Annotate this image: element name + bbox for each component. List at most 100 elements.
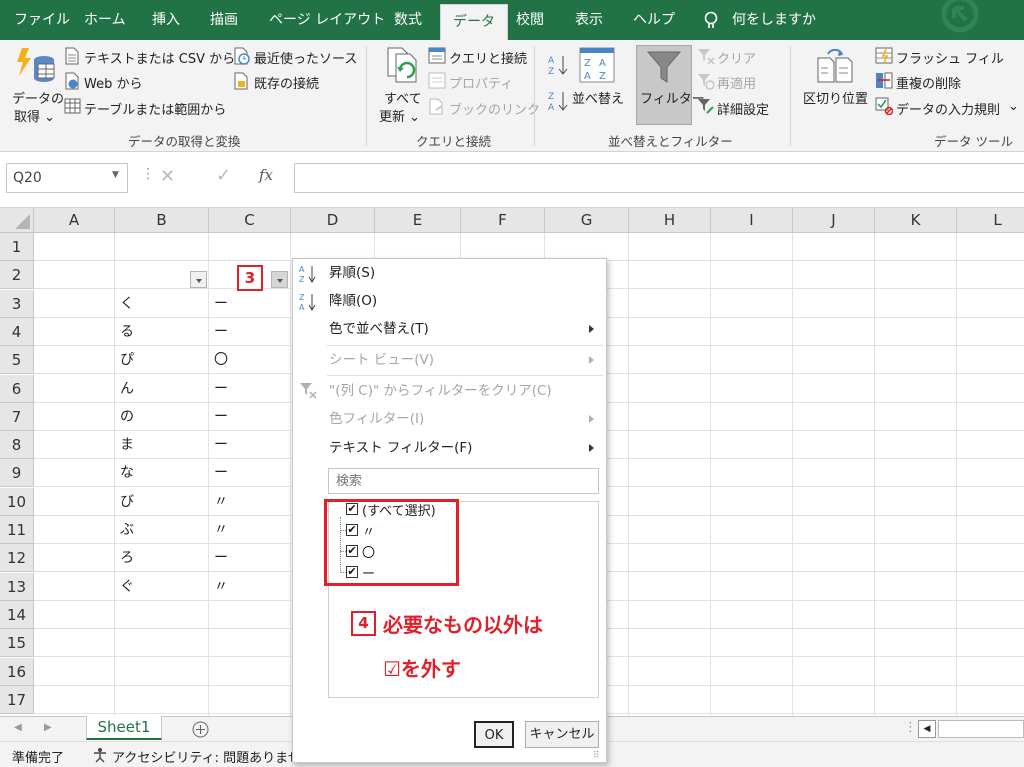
queries-connections-button[interactable]: クエリと接続 xyxy=(449,48,527,67)
menu-text-filter[interactable]: テキスト フィルター(F) xyxy=(293,434,606,462)
column-header-h[interactable]: H xyxy=(629,208,711,233)
menu-sort-descending[interactable]: 降順(O) xyxy=(293,287,606,315)
column-header-d[interactable]: D xyxy=(291,208,375,233)
row-header-7[interactable]: 7 xyxy=(0,402,34,431)
cell-b6[interactable]: ん xyxy=(116,375,134,403)
row-header-13[interactable]: 13 xyxy=(0,572,34,601)
tab-review[interactable]: 校閲 xyxy=(516,0,544,40)
row-header-12[interactable]: 12 xyxy=(0,544,34,573)
tab-file[interactable]: ファイル xyxy=(14,0,70,40)
select-all-corner[interactable] xyxy=(0,208,34,233)
tab-home[interactable]: ホーム xyxy=(84,0,126,40)
text-to-columns-button[interactable]: 区切り位置 xyxy=(803,88,868,107)
name-box[interactable]: Q20 xyxy=(6,163,128,193)
cell-b4[interactable]: る xyxy=(116,318,134,346)
hscroll-left-icon[interactable]: ◀ xyxy=(918,720,936,738)
column-header-c[interactable]: C xyxy=(209,208,291,233)
cell-b12[interactable]: ろ xyxy=(116,544,134,572)
cell-b10[interactable]: び xyxy=(116,488,134,516)
row-header-3[interactable]: 3 xyxy=(0,289,34,318)
add-sheet-icon[interactable] xyxy=(192,721,209,738)
cell-c8[interactable]: ー xyxy=(210,431,228,459)
tell-me-search[interactable]: 何をしますか xyxy=(732,0,816,40)
confirm-entry-icon[interactable]: ✓ xyxy=(216,165,231,186)
menu-sort-ascending[interactable]: 昇順(S) xyxy=(293,259,606,287)
scroll-tabs-left-icon[interactable]: ◀ xyxy=(14,722,22,733)
cell-b7[interactable]: の xyxy=(116,403,134,431)
cancel-entry-icon[interactable]: ✕ xyxy=(160,166,175,187)
tab-draw[interactable]: 描画 xyxy=(210,0,238,40)
row-header-11[interactable]: 11 xyxy=(0,516,34,544)
cell-c4[interactable]: ー xyxy=(210,318,228,346)
from-text-csv-button[interactable]: テキストまたは CSV から xyxy=(84,48,235,67)
accessibility-status[interactable]: アクセシビリティ: 問題ありません xyxy=(112,747,314,766)
horizontal-scrollbar[interactable] xyxy=(938,720,1024,738)
row-header-9[interactable]: 9 xyxy=(0,459,34,488)
cancel-button[interactable]: キャンセル xyxy=(525,721,599,748)
sort-button[interactable]: 並べ替え xyxy=(572,88,624,107)
row-header-2[interactable]: 2 xyxy=(0,261,34,290)
get-data-label[interactable]: データの xyxy=(12,88,64,107)
cell-c13[interactable]: 〃 xyxy=(210,573,228,601)
refresh-all-label[interactable]: すべて xyxy=(384,88,422,107)
insert-function-icon[interactable]: fx xyxy=(259,166,273,184)
cell-c10[interactable]: 〃 xyxy=(210,488,228,516)
row-header-1[interactable]: 1 xyxy=(0,233,34,261)
cell-b11[interactable]: ぶ xyxy=(116,516,134,544)
cell-c11[interactable]: 〃 xyxy=(210,516,228,544)
column-header-j[interactable]: J xyxy=(793,208,875,233)
row-header-16[interactable]: 16 xyxy=(0,657,34,686)
tab-insert[interactable]: 挿入 xyxy=(152,0,180,40)
cell-b9[interactable]: な xyxy=(116,459,134,487)
column-header-e[interactable]: E xyxy=(375,208,461,233)
cell-c3[interactable]: ー xyxy=(210,290,228,318)
cell-c12[interactable]: ー xyxy=(210,544,228,572)
edit-links-button[interactable]: ブックのリンク xyxy=(449,99,540,118)
row-header-15[interactable]: 15 xyxy=(0,629,34,658)
sheet-tab-sheet1[interactable]: Sheet1 xyxy=(86,716,162,740)
column-header-a[interactable]: A xyxy=(34,208,115,233)
data-validation-button[interactable]: データの入力規則 xyxy=(896,99,1000,118)
ok-button[interactable]: OK xyxy=(474,721,514,748)
filter-dropdown-b[interactable] xyxy=(190,271,207,288)
properties-button[interactable]: プロパティ xyxy=(449,73,513,92)
row-header-4[interactable]: 4 xyxy=(0,317,34,346)
column-header-b[interactable]: B xyxy=(115,208,209,233)
flash-fill-button[interactable]: フラッシュ フィル xyxy=(896,48,1004,67)
existing-connections-button[interactable]: 既存の接続 xyxy=(254,73,319,92)
name-box-dropdown-icon[interactable]: ▼ xyxy=(112,170,119,180)
reapply-button[interactable]: 再適用 xyxy=(717,73,756,92)
row-header-5[interactable]: 5 xyxy=(0,346,34,375)
get-data-dropdown[interactable]: 取得 ⌄ xyxy=(14,106,55,125)
formula-input[interactable] xyxy=(294,163,1024,193)
cell-b5[interactable]: ぴ xyxy=(116,346,134,374)
cell-b3[interactable]: く xyxy=(116,290,134,318)
tab-page-layout[interactable]: ページ レイアウト xyxy=(269,0,385,40)
tab-formulas[interactable]: 数式 xyxy=(394,0,422,40)
refresh-all-dropdown[interactable]: 更新 ⌄ xyxy=(379,106,420,125)
cell-c6[interactable]: ー xyxy=(210,375,228,403)
tab-view[interactable]: 表示 xyxy=(575,0,603,40)
filter-search-input[interactable] xyxy=(328,468,599,494)
menu-color-filter[interactable]: 色フィルター(I) xyxy=(293,405,606,433)
menu-sheet-view[interactable]: シート ビュー(V) xyxy=(293,346,606,374)
column-header-i[interactable]: I xyxy=(711,208,793,233)
column-header-k[interactable]: K xyxy=(875,208,957,233)
tab-data[interactable]: データ xyxy=(440,4,508,40)
filter-dropdown-c[interactable] xyxy=(271,271,288,288)
column-header-f[interactable]: F xyxy=(461,208,545,233)
clear-button[interactable]: クリア xyxy=(717,48,756,67)
column-header-g[interactable]: G xyxy=(545,208,629,233)
scroll-tabs-right-icon[interactable]: ▶ xyxy=(44,722,52,733)
menu-clear-filter[interactable]: "(列 C)" からフィルターをクリア(C) xyxy=(293,377,606,405)
tab-help[interactable]: ヘルプ xyxy=(633,0,675,40)
row-header-10[interactable]: 10 xyxy=(0,487,34,516)
row-header-8[interactable]: 8 xyxy=(0,431,34,460)
cell-c7[interactable]: ー xyxy=(210,403,228,431)
cell-c5[interactable]: 〇 xyxy=(210,346,228,374)
data-validation-dropdown[interactable]: ⌄ xyxy=(1008,99,1019,114)
column-header-l[interactable]: L xyxy=(957,208,1024,233)
remove-duplicates-button[interactable]: 重複の削除 xyxy=(896,73,961,92)
recent-sources-button[interactable]: 最近使ったソース xyxy=(254,48,357,67)
cell-b13[interactable]: ぐ xyxy=(116,573,134,601)
